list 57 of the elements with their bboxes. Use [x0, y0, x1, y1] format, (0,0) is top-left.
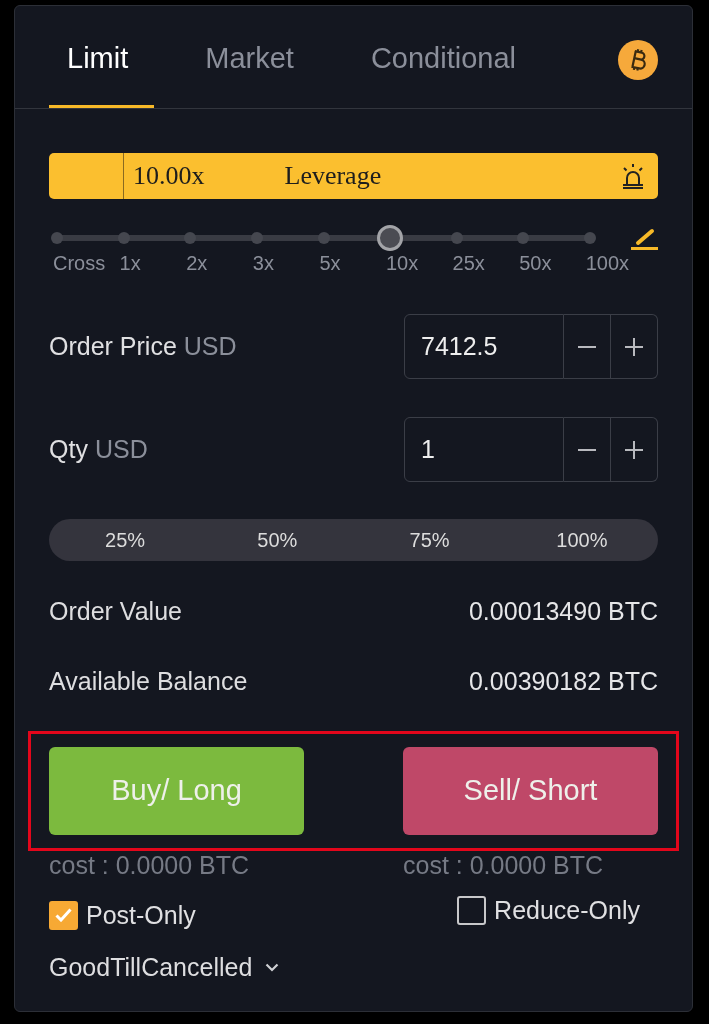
tab[interactable]: Market: [187, 6, 320, 108]
number-input[interactable]: 1: [404, 417, 564, 482]
tick-label: Cross: [53, 252, 106, 274]
tick-label: 3x: [252, 252, 274, 274]
option-label: Reduce-Only: [494, 897, 640, 923]
tick-label: 50x: [519, 252, 552, 274]
leverage-value: 10.00x: [133, 163, 205, 189]
tick-label: 2x: [186, 252, 208, 274]
slider-thumb[interactable]: [377, 225, 404, 251]
leverage-label: Leverage: [284, 163, 382, 189]
summary-value: 0.00390182 BTC: [468, 666, 658, 698]
increase-button[interactable]: [611, 417, 658, 482]
slider-tick-icon: [450, 232, 463, 244]
percent-button[interactable]: 100%: [550, 526, 614, 554]
pencil-icon[interactable]: [630, 226, 658, 250]
cost-text: cost : 0.0000 BTC: [49, 852, 250, 878]
plus-icon: [625, 440, 643, 459]
summary-label: Order Value: [49, 596, 182, 628]
coin-icon: [618, 40, 658, 80]
siren-icon[interactable]: [620, 163, 646, 189]
slider-tick-icon: [184, 232, 197, 244]
sell-short-button[interactable]: Sell/ Short: [403, 747, 658, 835]
plus-icon: [625, 337, 643, 356]
check-icon: [55, 908, 72, 922]
unit-label: USD: [183, 330, 237, 362]
tab[interactable]: Conditional: [352, 6, 542, 108]
leverage-slider[interactable]: [51, 225, 596, 251]
checkbox[interactable]: [457, 895, 487, 925]
time-in-force-dropdown[interactable]: GoodTillCancelled: [49, 955, 280, 980]
field-label: Order Price: [49, 330, 177, 362]
tick-label: 100x: [585, 252, 630, 274]
tick-label: 1x: [119, 252, 141, 274]
chevron-down-icon: [265, 963, 280, 972]
cost-text: cost : 0.0000 BTC: [403, 852, 604, 878]
slider-tick-icon: [250, 232, 263, 244]
percent-button[interactable]: 75%: [403, 526, 456, 554]
option-label: Post-Only: [86, 902, 196, 928]
tick-label: 10x: [385, 252, 419, 274]
summary-label: Available Balance: [49, 666, 248, 698]
percent-button[interactable]: 25%: [99, 526, 152, 554]
slider-tick-icon: [117, 232, 130, 244]
percent-button[interactable]: 50%: [251, 526, 304, 554]
unit-label: USD: [94, 433, 148, 465]
summary-value: 0.00013490 BTC: [468, 596, 658, 628]
checkbox[interactable]: [49, 900, 78, 930]
field-label: Qty: [49, 433, 88, 465]
slider-tick-icon: [51, 232, 63, 244]
number-input[interactable]: 7412.5: [404, 314, 564, 379]
minus-icon: [578, 345, 596, 348]
slider-tick-icon: [584, 232, 596, 244]
tab[interactable]: Limit: [49, 6, 155, 108]
tick-label: 5x: [319, 252, 341, 274]
minus-icon: [578, 448, 596, 451]
slider-tick-icon: [317, 232, 330, 244]
increase-button[interactable]: [611, 314, 658, 379]
tick-label: 25x: [452, 252, 485, 274]
slider-tick-icon: [517, 232, 530, 244]
